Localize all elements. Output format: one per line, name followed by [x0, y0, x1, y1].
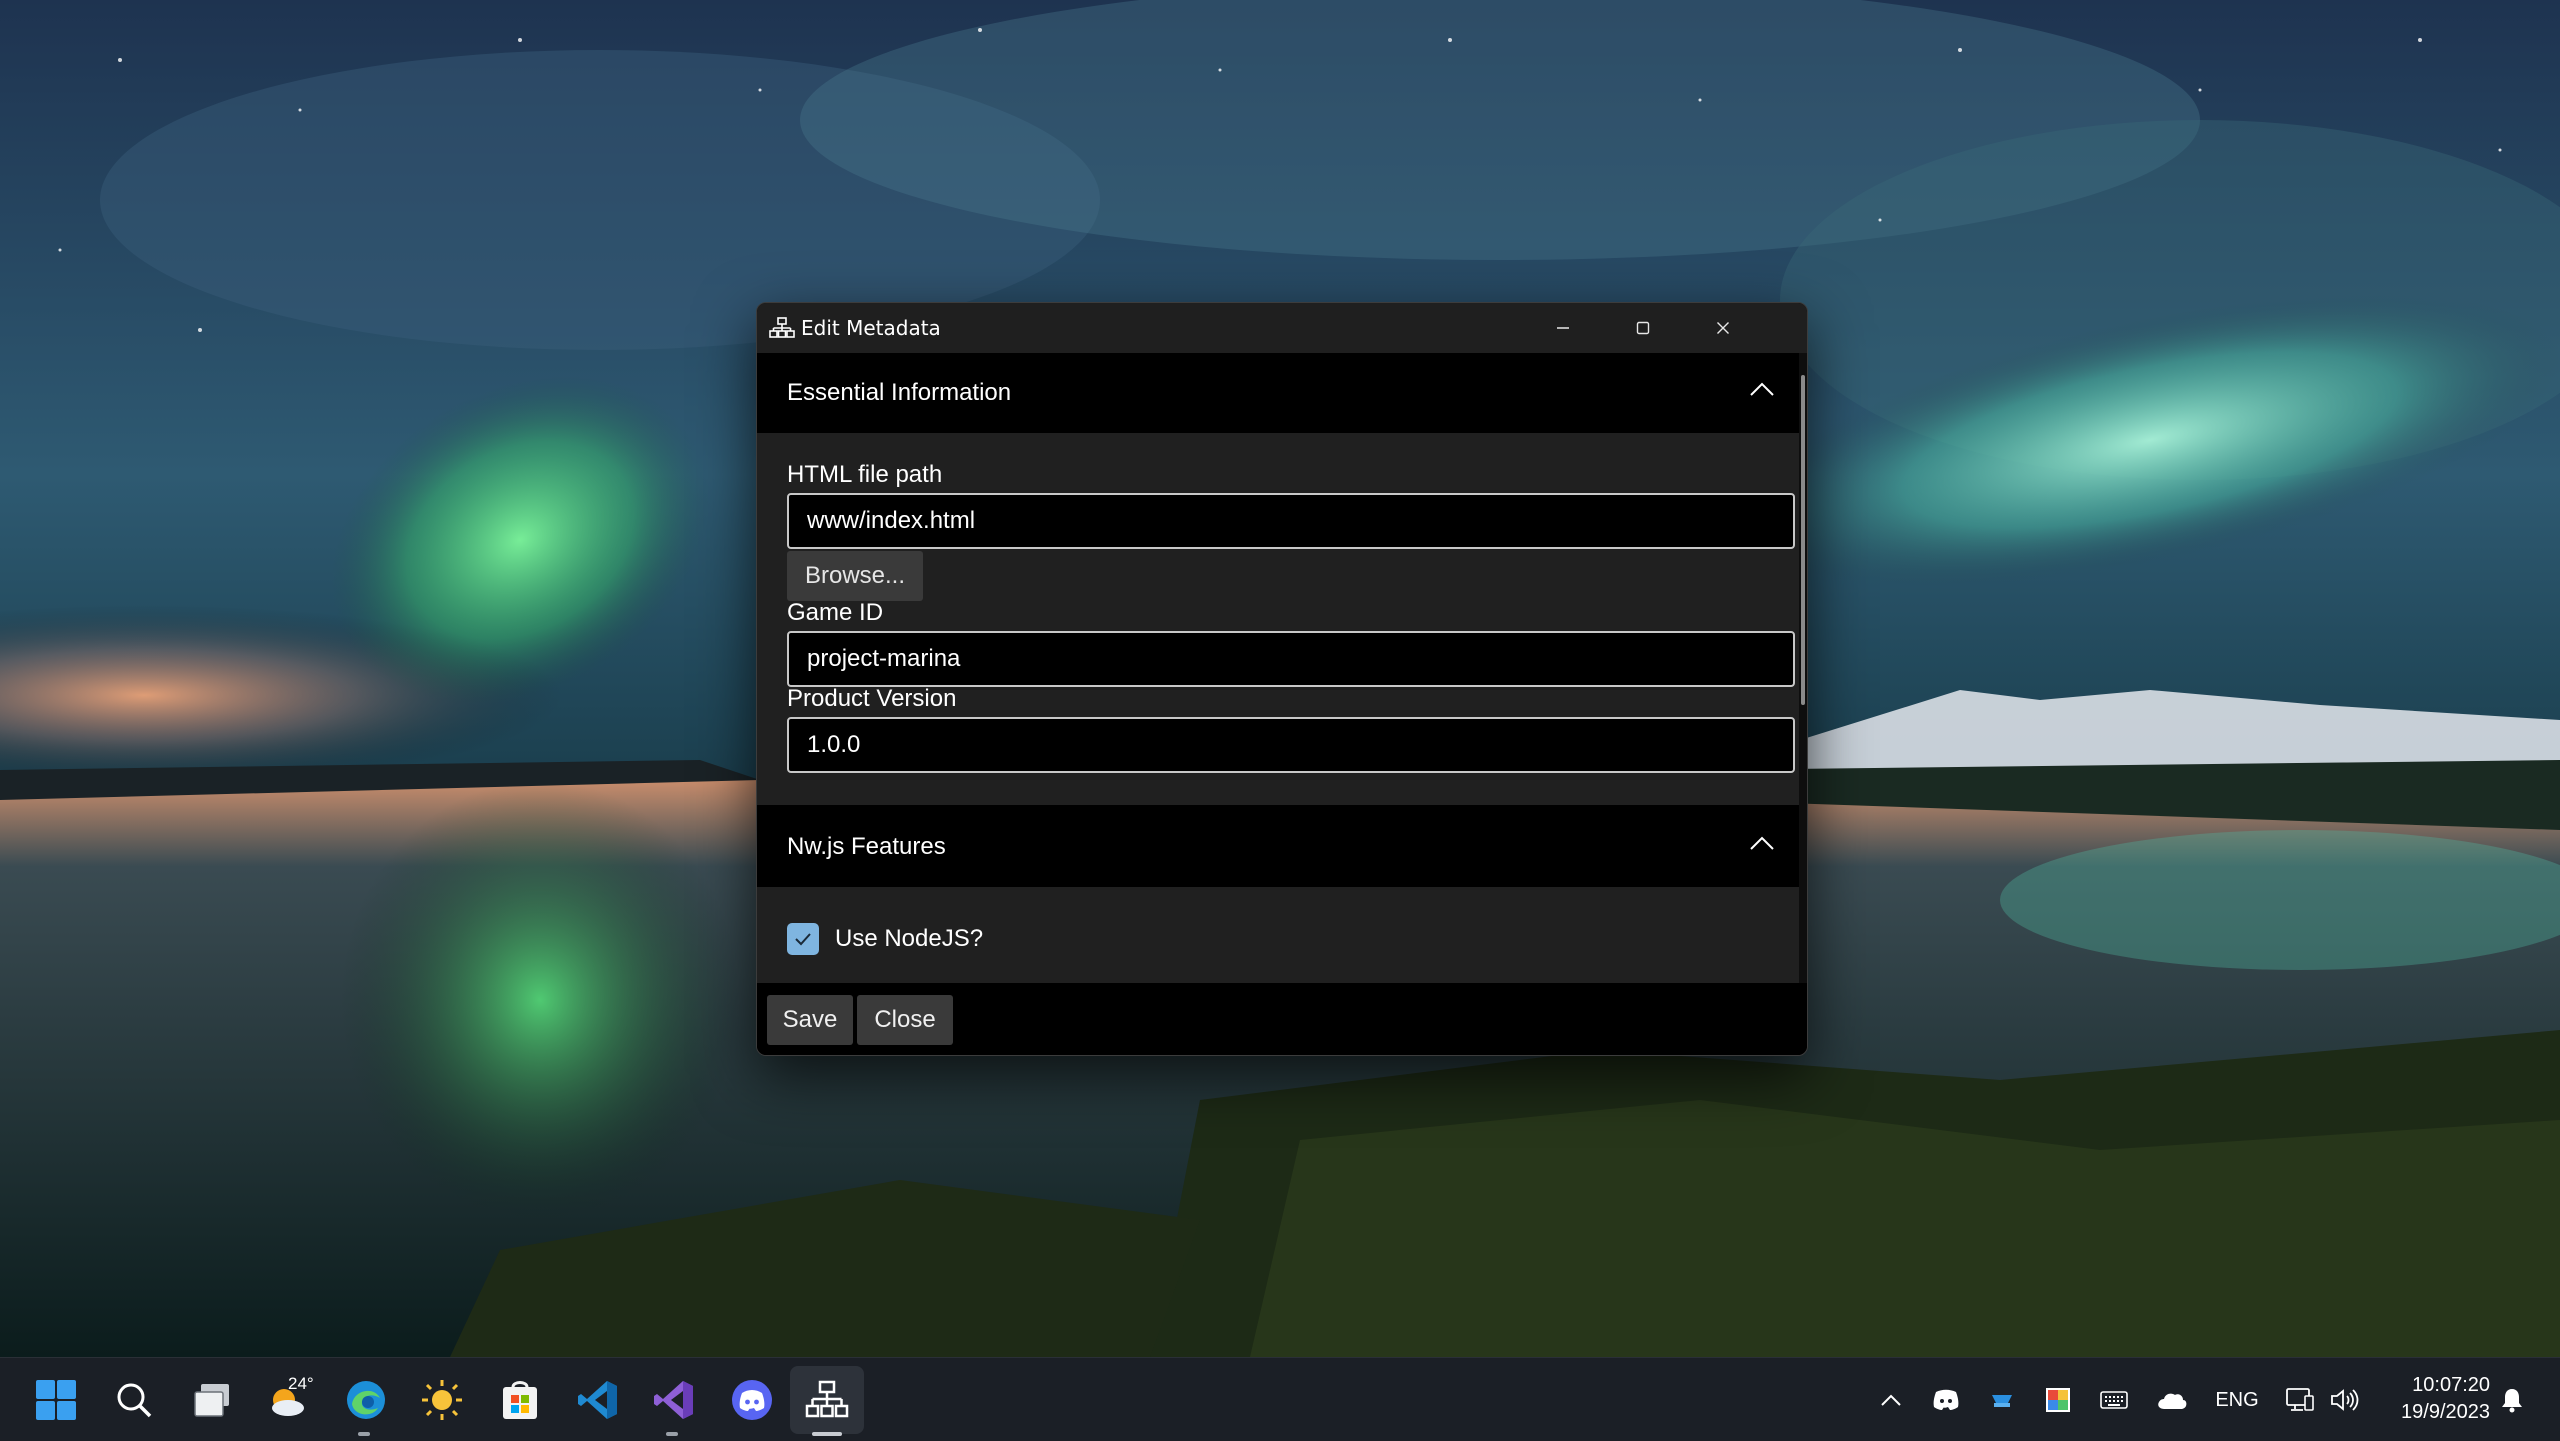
visual-studio-icon[interactable] [650, 1376, 698, 1424]
network-icon[interactable] [2282, 1376, 2318, 1424]
window-title: Edit Metadata [801, 316, 941, 340]
close-window-button[interactable] [1683, 303, 1763, 353]
essential-section-title: Essential Information [787, 379, 1012, 406]
checkmark-icon [795, 933, 811, 946]
scrollbar-thumb[interactable] [1801, 375, 1805, 705]
html-path-label: HTML file path [787, 461, 943, 488]
search-icon[interactable] [110, 1376, 158, 1424]
volume-icon[interactable] [2326, 1376, 2362, 1424]
scroll-content[interactable]: Essential Information HTML file path www… [757, 353, 1807, 983]
maximize-button[interactable] [1603, 303, 1683, 353]
start-icon[interactable] [32, 1376, 80, 1424]
vs-running-indicator [666, 1432, 678, 1436]
vscode-icon[interactable] [574, 1376, 622, 1424]
active-app-indicator [812, 1432, 842, 1436]
discord-icon[interactable] [728, 1376, 776, 1424]
edit-metadata-window: Edit Metadata Essential Information HTML… [756, 302, 1808, 1056]
title-bar[interactable]: Edit Metadata [757, 303, 1807, 353]
edge-running-indicator [358, 1432, 370, 1436]
onedrive-icon[interactable] [2152, 1376, 2192, 1424]
close-icon [1717, 322, 1729, 334]
chevron-up-icon[interactable] [1874, 1376, 1908, 1424]
game-id-input[interactable]: project-marina [787, 631, 1795, 687]
sun-app-icon[interactable] [418, 1376, 466, 1424]
use-nodejs-label: Use NodeJS? [835, 925, 984, 952]
edge-icon[interactable] [342, 1376, 390, 1424]
taskbar: 24° ENG 10:07:20 19/9/2023 [0, 1357, 2560, 1441]
close-button[interactable]: Close [857, 995, 953, 1045]
product-version-label: Product Version [787, 685, 957, 712]
nwjs-section-title: Nw.js Features [787, 833, 946, 860]
product-version-input[interactable]: 1.0.0 [787, 717, 1795, 773]
minimize-button[interactable] [1523, 303, 1603, 353]
keyboard-icon[interactable] [2096, 1376, 2132, 1424]
dialog-footer: Save Close [757, 983, 1807, 1055]
store-icon[interactable] [496, 1376, 544, 1424]
use-nodejs-checkbox[interactable] [787, 923, 819, 955]
minimize-icon [1557, 327, 1569, 329]
bluetooth-app-tray-icon[interactable] [1984, 1376, 2020, 1424]
html-path-input[interactable]: www/index.html [787, 493, 1795, 549]
maximize-icon [1636, 321, 1650, 335]
weather-temperature: 24° [288, 1374, 314, 1393]
browse-button[interactable]: Browse... [787, 551, 923, 601]
language-indicator[interactable]: ENG [2208, 1376, 2266, 1424]
clock-time: 10:07:20 [2412, 1374, 2490, 1396]
essential-section-header[interactable]: Essential Information [757, 353, 1799, 433]
hierarchy-icon [769, 317, 795, 339]
chevron-up-icon [1750, 382, 1774, 396]
nwjs-section-header[interactable]: Nw.js Features [757, 807, 1799, 887]
essential-section-body: HTML file path www/index.html Browse... … [757, 433, 1799, 805]
clock[interactable]: 10:07:20 19/9/2023 [2370, 1372, 2490, 1426]
task-view-icon[interactable] [188, 1376, 236, 1424]
chevron-up-icon [1750, 836, 1774, 850]
game-id-label: Game ID [787, 599, 884, 626]
notification-bell-icon[interactable] [2496, 1376, 2528, 1424]
nwjs-section-body: Use NodeJS? [757, 887, 1799, 983]
discord-tray-icon[interactable] [1928, 1376, 1964, 1424]
color-app-tray-icon[interactable] [2040, 1376, 2076, 1424]
language-label: ENG [2215, 1388, 2259, 1411]
clock-date: 19/9/2023 [2401, 1401, 2490, 1423]
save-button[interactable]: Save [767, 995, 853, 1045]
hierarchy-icon[interactable] [803, 1376, 851, 1424]
vertical-scrollbar[interactable] [1799, 353, 1807, 983]
